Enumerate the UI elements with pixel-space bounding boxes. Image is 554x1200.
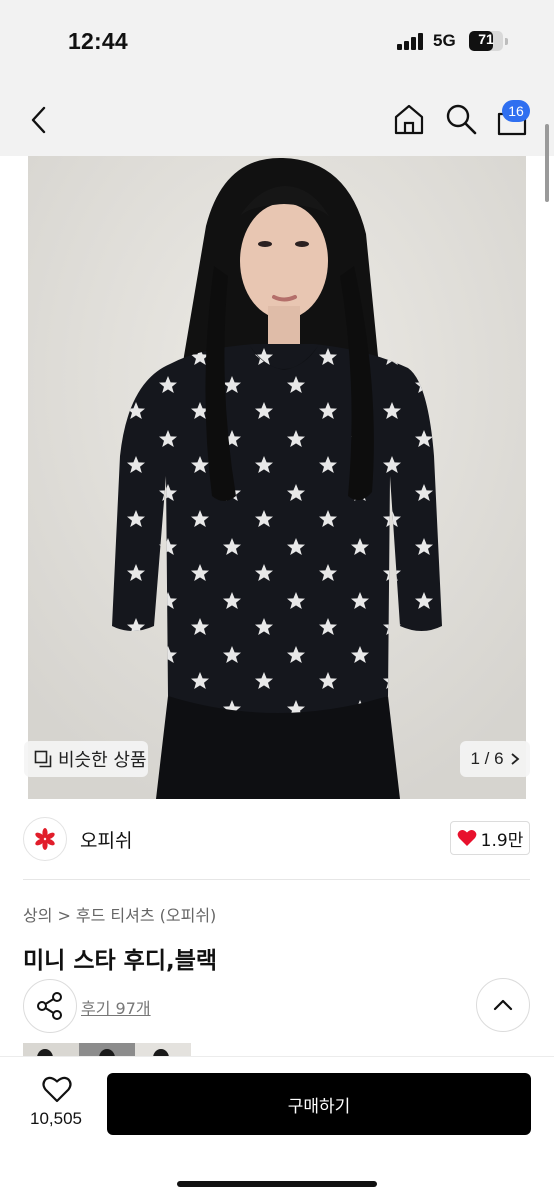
share-icon xyxy=(37,992,62,1020)
search-icon xyxy=(446,104,477,135)
wishlist-count: 10,505 xyxy=(30,1109,82,1128)
brand-like-button[interactable]: 1.9만 xyxy=(450,821,530,855)
signal-icon xyxy=(397,33,425,50)
status-time: 12:44 xyxy=(68,28,128,54)
back-button[interactable] xyxy=(24,104,56,136)
battery-level: 71 xyxy=(478,31,494,47)
battery-icon: 71 xyxy=(469,31,503,51)
brand-like-count: 1.9만 xyxy=(480,830,524,851)
review-thumbnail[interactable] xyxy=(79,1043,135,1057)
buy-button-label: 구매하기 xyxy=(287,1096,351,1117)
search-button[interactable] xyxy=(444,102,478,136)
home-button[interactable] xyxy=(392,102,426,136)
share-button[interactable] xyxy=(23,979,77,1033)
similar-products-button[interactable]: 비슷한 상품 xyxy=(24,741,148,777)
similar-products-label: 비슷한 상품 xyxy=(58,750,147,771)
network-type: 5G xyxy=(433,31,456,50)
breadcrumb-separator-icon: > xyxy=(57,906,71,925)
scroll-to-top-button[interactable] xyxy=(476,978,530,1032)
review-thumbnail[interactable] xyxy=(135,1043,191,1057)
review-thumbnail[interactable] xyxy=(23,1043,79,1057)
product-title: 미니 스타 후디,블랙 xyxy=(23,948,218,974)
home-indicator xyxy=(177,1181,377,1187)
brand-logo-icon xyxy=(35,828,55,850)
breadcrumb-item-subcategory[interactable]: 후드 티셔츠 (오피쉬) xyxy=(76,906,216,925)
gallery-page-indicator[interactable]: 1 / 6 xyxy=(460,741,530,777)
back-icon xyxy=(31,106,46,134)
cart-badge: 16 xyxy=(502,100,530,122)
home-icon xyxy=(394,104,424,135)
heart-icon xyxy=(457,830,477,846)
model-photo xyxy=(28,156,526,799)
chevron-up-icon xyxy=(493,999,513,1011)
brand-logo[interactable] xyxy=(23,817,67,861)
similar-products-icon xyxy=(34,750,52,768)
reviews-link[interactable]: 후기 97개 xyxy=(81,995,151,1019)
buy-button[interactable]: 구매하기 xyxy=(107,1073,531,1135)
product-image[interactable] xyxy=(28,156,526,799)
brand-name[interactable]: 오피쉬 xyxy=(80,826,132,853)
page-indicator-text: 1 / 6 xyxy=(470,749,504,768)
scrollbar[interactable] xyxy=(545,124,549,202)
divider xyxy=(23,879,530,880)
breadcrumb-item-category[interactable]: 상의 xyxy=(23,906,52,925)
chevron-right-icon xyxy=(510,753,519,765)
breadcrumb: 상의 > 후드 티셔츠 (오피쉬) xyxy=(23,902,216,926)
heart-outline-icon xyxy=(42,1076,72,1103)
